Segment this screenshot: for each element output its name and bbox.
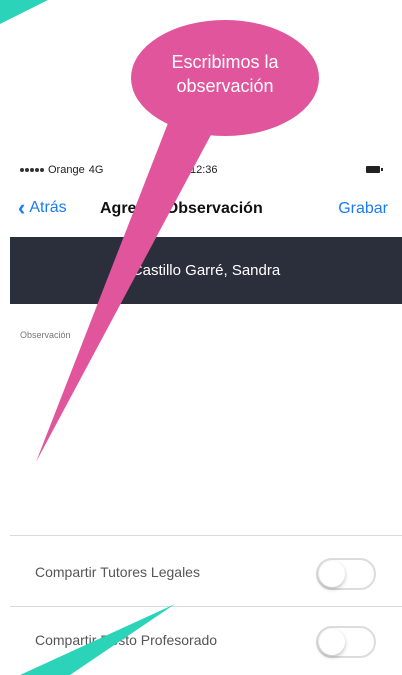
toggle-knob bbox=[319, 561, 345, 587]
share-teachers-toggle[interactable] bbox=[316, 626, 376, 658]
callout-text: Escribimos la observación bbox=[130, 50, 320, 98]
callout-line-1: Escribimos la bbox=[171, 52, 279, 72]
chevron-left-icon: ‹ bbox=[18, 195, 26, 220]
back-label: Atrás bbox=[29, 199, 67, 216]
toggle-label-profesorado: Compartir Resto Profesorado bbox=[35, 632, 218, 648]
back-button[interactable]: ‹ Atrás bbox=[18, 195, 67, 220]
share-tutors-toggle[interactable] bbox=[316, 558, 376, 590]
toggle-knob bbox=[319, 629, 345, 655]
navigation-bar: ‹ Atrás Agregar Observación Grabar bbox=[0, 195, 402, 225]
divider bbox=[10, 606, 402, 607]
signal-icon bbox=[20, 168, 44, 172]
network-type: 4G bbox=[88, 164, 104, 176]
status-time: 12:36 bbox=[190, 164, 218, 176]
battery-icon bbox=[366, 166, 383, 173]
toggle-label-tutores: Compartir Tutores Legales bbox=[35, 564, 200, 580]
teal-corner-accent bbox=[0, 0, 48, 24]
observation-textarea[interactable] bbox=[10, 344, 402, 534]
student-header: Castillo Garré, Sandra bbox=[10, 237, 402, 304]
divider bbox=[10, 535, 402, 536]
callout-line-2: observación bbox=[176, 76, 274, 96]
page-title: Agregar Observación bbox=[100, 200, 263, 217]
carrier-info: Orange 4G bbox=[20, 164, 103, 176]
observation-label: Observación bbox=[20, 330, 71, 340]
status-bar: Orange 4G 12:36 bbox=[0, 160, 402, 182]
toggle-row-tutores: Compartir Tutores Legales bbox=[10, 540, 402, 606]
student-name: Castillo Garré, Sandra bbox=[131, 262, 281, 279]
carrier-name: Orange bbox=[48, 164, 85, 176]
toggle-row-profesorado: Compartir Resto Profesorado bbox=[10, 608, 402, 674]
save-button[interactable]: Grabar bbox=[338, 200, 388, 218]
